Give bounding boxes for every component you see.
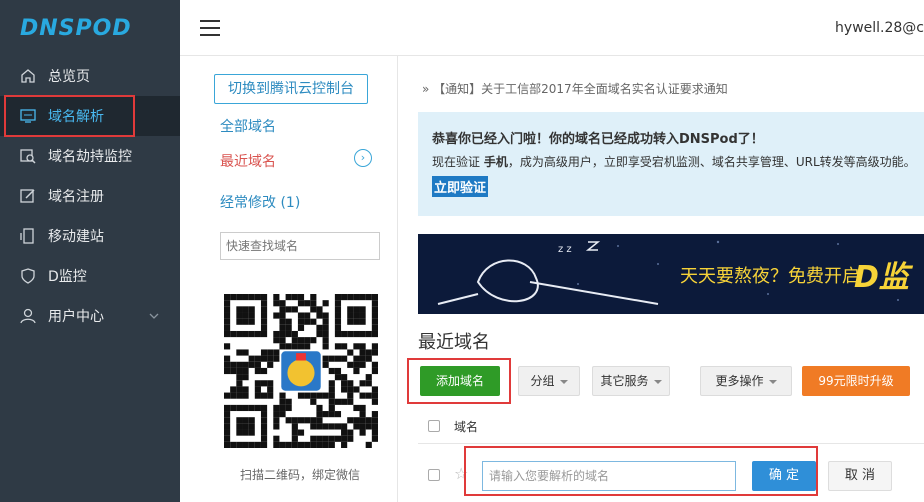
main-content: » 【通知】关于工信部2017年全面域名实名认证要求通知 恭喜你已经入门啦！你的… — [398, 56, 924, 502]
monitor-search-icon — [20, 148, 36, 164]
home-icon — [20, 68, 36, 84]
sidebar-item-mobile-site[interactable]: 移动建站 — [0, 216, 180, 256]
other-services-label: 其它服务 — [600, 374, 649, 388]
svg-text:z z: z z — [558, 244, 572, 255]
banner-d-monitor-text: D监 — [854, 260, 909, 295]
congrats-description: 现在验证 手机，成为高级用户，立即享受宕机监测、域名共享管理、URL转发等高级功… — [432, 153, 924, 170]
section-title: 最近域名 — [418, 332, 490, 353]
wechat-qr-code — [224, 294, 378, 448]
more-actions-label: 更多操作 — [715, 374, 764, 388]
sidebar-item-label: 移动建站 — [48, 229, 104, 245]
sidebar-item-label: 域名解析 — [48, 109, 104, 125]
star-icon[interactable]: ☆ — [454, 464, 468, 483]
chevron-down-icon — [559, 379, 568, 384]
shield-icon — [20, 268, 36, 284]
top-header: hywell.28@c — [180, 0, 924, 56]
quick-search-input[interactable] — [220, 232, 380, 260]
congrats-text: 现在验证 — [432, 155, 484, 169]
recent-domains-link[interactable]: 最近域名 — [220, 151, 276, 171]
congrats-panel: 恭喜你已经入门啦！你的域名已经成功转入DNSPod了！ 现在验证 手机，成为高级… — [418, 112, 924, 216]
select-all-checkbox[interactable] — [428, 420, 440, 432]
sidebar-item-hijack-monitor[interactable]: 域名劫持监控 — [0, 136, 180, 176]
switch-to-tencent-cloud-button[interactable]: 切换到腾讯云控制台 — [214, 74, 368, 104]
domain-filter-panel: 切换到腾讯云控制台 全部域名 最近域名 › 经常修改 (1) 扫描二维码，绑定微… — [180, 56, 398, 502]
row-checkbox[interactable] — [428, 469, 440, 481]
chevron-right-icon[interactable]: › — [354, 149, 372, 167]
user-account[interactable]: hywell.28@c — [835, 20, 924, 36]
menu-toggle-icon[interactable] — [200, 20, 220, 36]
chevron-down-icon — [768, 379, 777, 384]
sidebar-item-label: 域名注册 — [48, 189, 104, 205]
confirm-button[interactable]: 确 定 — [752, 461, 816, 491]
sidebar: DNSPOD 总览页 域名解析 域名劫持监控 域名注册 移动建站 D监控 用户中… — [0, 0, 180, 502]
mobile-site-icon — [20, 228, 36, 244]
sidebar-item-user-center[interactable]: 用户中心 — [0, 296, 180, 336]
group-dropdown-button[interactable]: 分组 — [518, 366, 580, 396]
domain-input[interactable]: 请输入您要解析的域名 — [482, 461, 736, 491]
congrats-title: 恭喜你已经入门啦！你的域名已经成功转入DNSPod了！ — [432, 132, 764, 147]
sidebar-item-label: D监控 — [48, 269, 87, 285]
upgrade-button[interactable]: 99元限时升级 — [802, 366, 910, 396]
promo-banner[interactable]: z z 天天要熬夜？免费开启 D监 — [418, 234, 924, 314]
sidebar-item-d-monitor[interactable]: D监控 — [0, 256, 180, 296]
column-header-domain: 域名 — [454, 420, 479, 434]
table-header: 域名 — [418, 408, 924, 444]
chevron-down-icon — [148, 310, 160, 326]
logo-text: DNSPOD — [20, 15, 132, 41]
sidebar-item-overview[interactable]: 总览页 — [0, 56, 180, 96]
chevron-down-icon — [653, 379, 662, 384]
sidebar-item-dns[interactable]: 域名解析 — [0, 96, 180, 136]
sidebar-item-label: 总览页 — [48, 69, 90, 85]
user-icon — [20, 308, 36, 324]
notice-link[interactable]: » 【通知】关于工信部2017年全面域名实名认证要求通知 — [422, 80, 728, 97]
congrats-bold: 手机 — [483, 155, 508, 169]
qr-caption: 扫描二维码，绑定微信 — [239, 468, 360, 482]
group-label: 分组 — [530, 374, 555, 388]
edit-icon — [20, 188, 36, 204]
sidebar-item-label: 域名劫持监控 — [48, 149, 132, 165]
banner-text: 天天要熬夜？免费开启 — [680, 266, 860, 287]
sidebar-item-register[interactable]: 域名注册 — [0, 176, 180, 216]
sidebar-item-label: 用户中心 — [48, 309, 104, 325]
more-actions-dropdown-button[interactable]: 更多操作 — [700, 366, 792, 396]
other-services-dropdown-button[interactable]: 其它服务 — [592, 366, 670, 396]
add-domain-row: ☆ 请输入您要解析的域名 确 定 取 消 — [418, 456, 924, 496]
cancel-button[interactable]: 取 消 — [828, 461, 892, 491]
congrats-text: ，成为高级用户，立即享受宕机监测、域名共享管理、URL转发等高级功能。 — [507, 155, 916, 169]
add-domain-button[interactable]: 添加域名 — [420, 366, 500, 396]
logo[interactable]: DNSPOD — [0, 0, 180, 56]
frequent-domains-link[interactable]: 经常修改 (1) — [220, 192, 300, 212]
all-domains-link[interactable]: 全部域名 — [220, 116, 276, 136]
dns-icon — [20, 108, 36, 124]
verify-now-button[interactable]: 立即验证 — [432, 176, 489, 197]
